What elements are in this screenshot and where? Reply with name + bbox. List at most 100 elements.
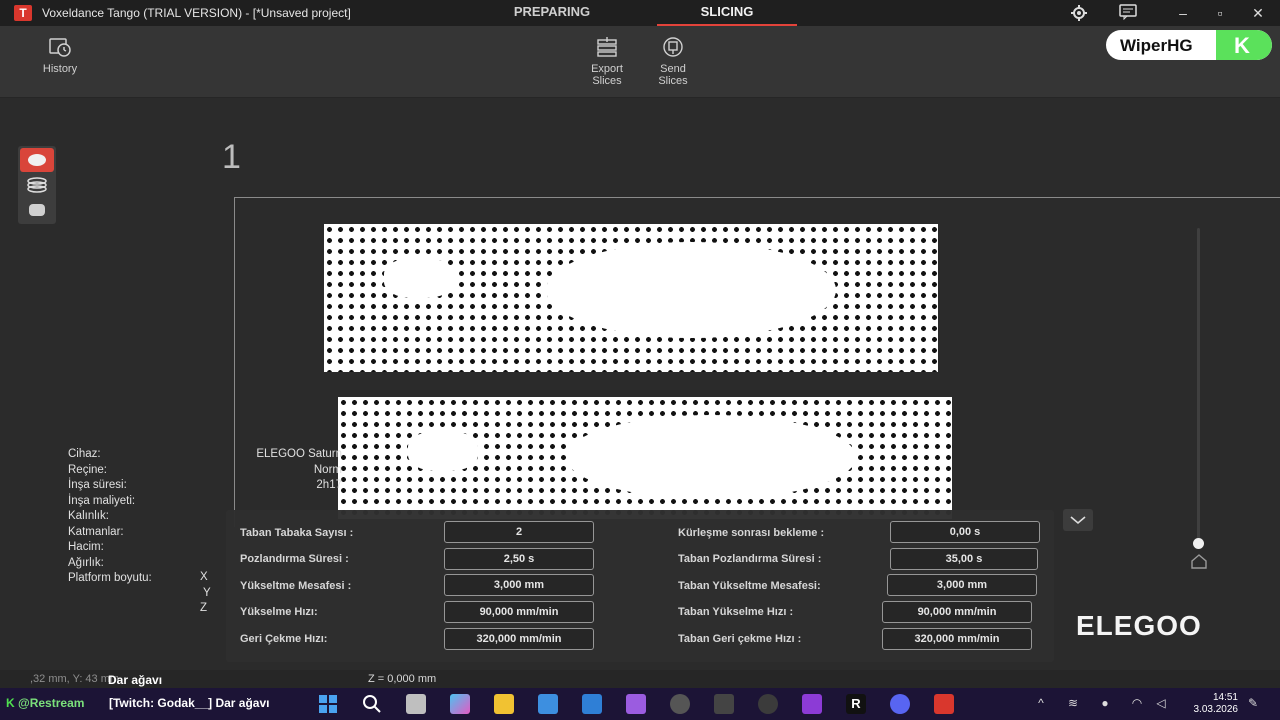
send-label-line2: Slices: [658, 75, 688, 87]
task-view-icon[interactable]: [406, 694, 426, 714]
value-build-time: 2h17: [316, 479, 342, 491]
label-layers: Katmanlar:: [68, 525, 124, 538]
steam-icon[interactable]: [758, 694, 778, 714]
volume-icon[interactable]: ◁: [1154, 696, 1168, 710]
app-icon[interactable]: [626, 694, 646, 714]
history-label: History: [42, 63, 78, 75]
lift-distance-field[interactable]: 3,000 mm: [444, 574, 594, 596]
discord-icon[interactable]: [890, 694, 910, 714]
print-info-values: ELEGOO Saturn Norm 2h17: [222, 447, 342, 494]
slice-view-button[interactable]: [20, 148, 54, 172]
setting-label: Taban Geri çekme Hızı :: [678, 633, 802, 645]
title-bar: T Voxeldance Tango (TRIAL VERSION) - [*U…: [0, 0, 1280, 26]
retract-speed-field[interactable]: 320,000 mm/min: [444, 628, 594, 650]
send-label-line1: Send: [660, 63, 686, 75]
restream-label: @Restream: [18, 696, 85, 710]
bottom-layer-count-field[interactable]: 2: [444, 521, 594, 543]
minimize-icon[interactable]: –: [1173, 4, 1193, 22]
status-bar: ,32 mm, Y: 43 mm Z = 0,000 mm: [0, 670, 1280, 688]
label-platform-size: Platform boyutu:: [68, 572, 152, 584]
kick-small-icon: K: [6, 696, 15, 710]
store-icon[interactable]: [538, 694, 558, 714]
slice-image-bottom: [338, 397, 952, 519]
label-device: Cihaz:: [68, 448, 101, 460]
setting-label: Kürleşme sonrası bekleme :: [678, 527, 825, 539]
setting-label: Taban Yükselme Hızı :: [678, 606, 794, 618]
r-app-icon[interactable]: R: [846, 694, 866, 714]
layer-number: 1: [222, 138, 241, 176]
post-cure-wait-field[interactable]: 0,00 s: [890, 521, 1040, 543]
axis-z: Z: [200, 602, 208, 614]
browser-icon[interactable]: [670, 694, 690, 714]
layer-slider-track[interactable]: [1197, 228, 1200, 544]
microphone-icon[interactable]: ●: [1098, 696, 1112, 710]
slice-settings-panel: Taban Tabaka Sayısı : 2 Pozlandırma Süre…: [226, 510, 1054, 662]
collapse-panel-button[interactable]: [1063, 509, 1093, 531]
m365-icon[interactable]: [450, 694, 470, 714]
notification-icon[interactable]: ✎: [1246, 696, 1260, 710]
exposure-time-field[interactable]: 2,50 s: [444, 548, 594, 570]
tango-app-icon[interactable]: [934, 694, 954, 714]
setting-label: Geri Çekme Hızı:: [240, 633, 328, 645]
view-mode-toolbar: [18, 146, 56, 224]
bottom-lift-speed-field[interactable]: 90,000 mm/min: [882, 601, 1032, 623]
label-volume: Hacim:: [68, 541, 104, 553]
brand-text: WiperHG: [1120, 36, 1193, 55]
app2-icon[interactable]: [802, 694, 822, 714]
export-slices-icon: [595, 36, 619, 58]
label-resin: Reçine:: [68, 463, 107, 476]
wifi-icon[interactable]: ◠: [1130, 696, 1144, 710]
solid-view-button[interactable]: [20, 198, 54, 222]
settings-app-icon[interactable]: [714, 694, 734, 714]
tab-slicing[interactable]: SLICING: [657, 0, 797, 26]
system-clock[interactable]: 14:51 3.03.2026: [1186, 692, 1239, 716]
send-slices-button[interactable]: Send Slices: [651, 36, 695, 87]
history-button[interactable]: History: [38, 36, 82, 75]
search-icon[interactable]: [362, 694, 382, 714]
file-explorer-icon[interactable]: [494, 694, 514, 714]
windows-start-icon[interactable]: [318, 694, 338, 714]
tray-chevron-up-icon[interactable]: ^: [1034, 696, 1048, 710]
bottom-exposure-time-field[interactable]: 35,00 s: [890, 548, 1038, 570]
clock-time: 14:51: [1212, 692, 1238, 703]
stream-title-overlay: Dar ağavı: [108, 673, 163, 687]
layers-view-button[interactable]: [20, 173, 54, 197]
bottom-retract-speed-field[interactable]: 320,000 mm/min: [882, 628, 1032, 650]
network-icon[interactable]: ≋: [1066, 696, 1080, 710]
close-icon[interactable]: ✕: [1248, 4, 1268, 22]
kick-logo-icon: K: [1216, 30, 1272, 60]
setting-label: Taban Yükseltme Mesafesi:: [678, 580, 821, 592]
feedback-icon[interactable]: [1118, 4, 1138, 22]
export-slices-button[interactable]: Export Slices: [585, 36, 629, 87]
mail-icon[interactable]: [582, 694, 602, 714]
setting-label: Yükseltme Mesafesi :: [240, 580, 352, 592]
axis-x: X: [200, 571, 208, 583]
label-weight: Ağırlık:: [68, 556, 104, 569]
label-build-time: İnşa süresi:: [68, 479, 127, 491]
os-taskbar: K @Restream [Twitch: Godak__] Dar ağavı …: [0, 688, 1280, 720]
setting-label: Yükselme Hızı:: [240, 606, 318, 618]
bottom-lift-distance-field[interactable]: 3,000 mm: [887, 574, 1037, 596]
setting-label: Taban Tabaka Sayısı :: [240, 527, 354, 539]
label-build-cost: İnşa maliyeti:: [68, 494, 136, 507]
layer-slider-knob[interactable]: [1193, 538, 1204, 549]
label-thickness: Kalınlık:: [68, 510, 109, 522]
app-logo-icon: T: [14, 5, 32, 21]
tab-preparing[interactable]: PREPARING: [482, 0, 622, 26]
setting-label: Pozlandırma Süresi :: [240, 553, 349, 565]
solid-icon: [29, 204, 45, 216]
slice-image-top: [324, 224, 938, 372]
clock-date: 3.03.2026: [1193, 704, 1239, 715]
value-resin: Norm: [313, 463, 342, 476]
stream-title: [Twitch: Godak__] Dar ağavı: [109, 696, 270, 710]
restream-overlay: K @Restream: [6, 696, 84, 710]
axis-y: Y: [203, 586, 211, 599]
settings-gear-icon[interactable]: [1069, 4, 1089, 22]
ellipse-icon: [28, 154, 46, 166]
home-icon[interactable]: [1189, 552, 1209, 570]
restore-icon[interactable]: ▫: [1210, 4, 1230, 22]
value-device: ELEGOO Saturn: [256, 448, 342, 460]
lift-speed-field[interactable]: 90,000 mm/min: [444, 601, 594, 623]
z-height-readout: Z = 0,000 mm: [368, 673, 437, 685]
main-toolbar: History Export Slices Send Slices WiperH…: [0, 26, 1280, 98]
